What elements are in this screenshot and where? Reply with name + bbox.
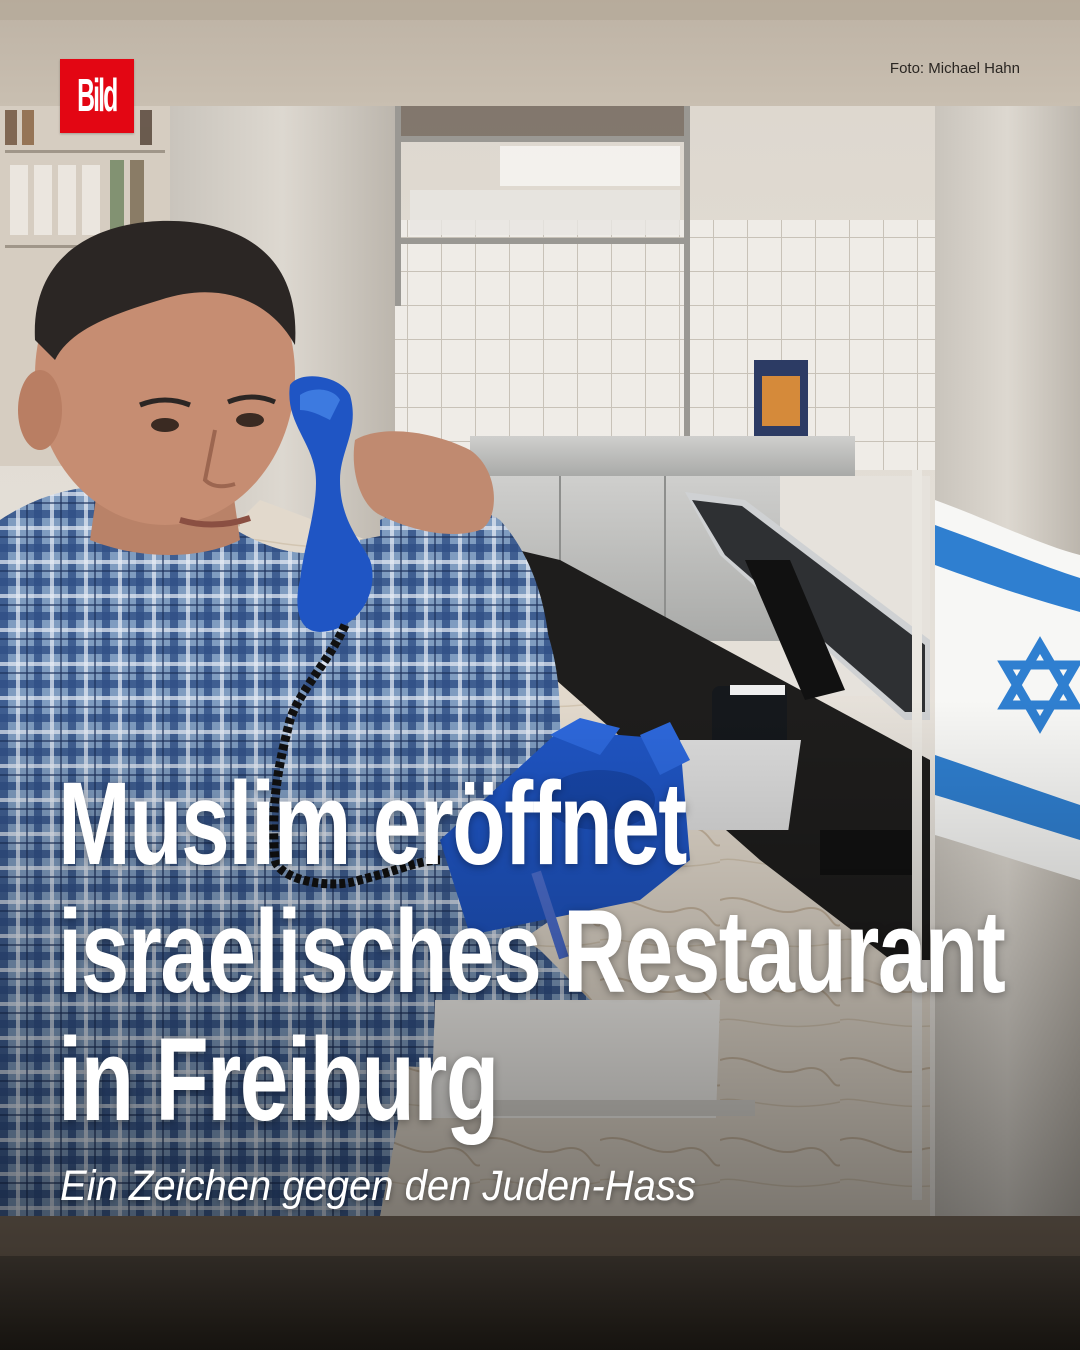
restaurant-photo bbox=[0, 0, 1080, 1350]
headline-line-2: israelisches Restaurant bbox=[58, 886, 1006, 1018]
headline: Muslim eröffnet israelisches Restaurant … bbox=[58, 758, 1006, 1146]
headline-line-3: in Freiburg bbox=[58, 1014, 499, 1146]
post-card: Bild Foto: Michael Hahn Muslim eröffnet … bbox=[0, 0, 1080, 1350]
logo-text: Bild bbox=[77, 70, 118, 122]
headline-line-1: Muslim eröffnet bbox=[58, 758, 687, 890]
subheadline: Ein Zeichen gegen den Juden-Hass bbox=[60, 1162, 696, 1210]
photo-credit: Foto: Michael Hahn bbox=[889, 60, 1020, 77]
photo bbox=[0, 0, 1080, 1350]
bild-logo[interactable]: Bild bbox=[60, 59, 134, 133]
